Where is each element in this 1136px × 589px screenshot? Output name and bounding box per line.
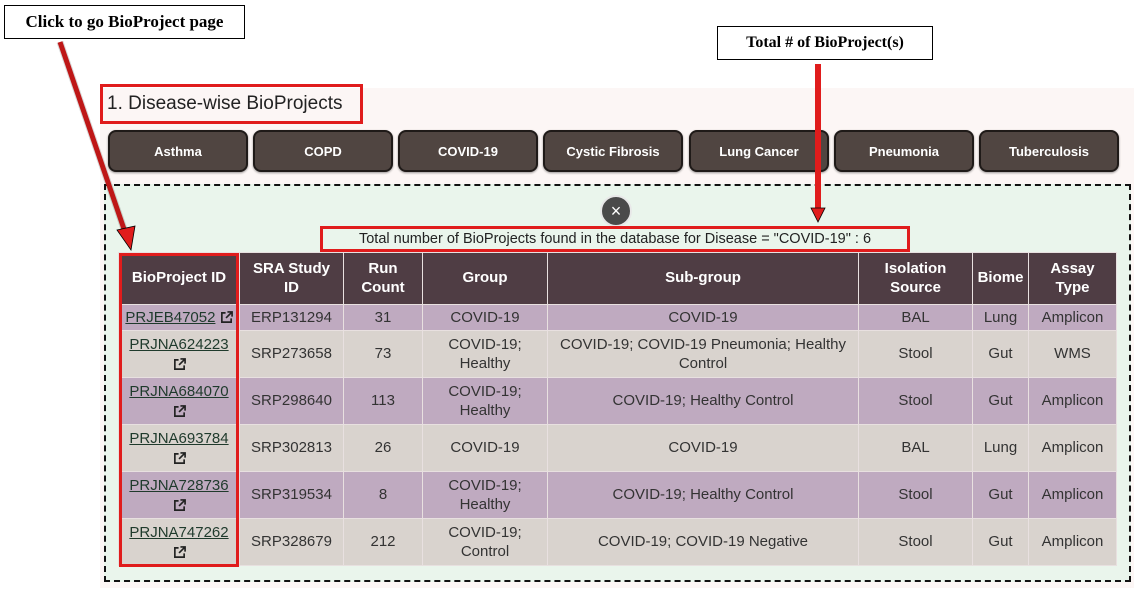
bioproject-id-cell: PRJNA747262 xyxy=(118,518,240,566)
sub-group-cell: COVID-19; COVID-19 Negative xyxy=(547,518,859,566)
biome-cell: Gut xyxy=(972,377,1029,425)
isolation-source-cell: Stool xyxy=(858,377,973,425)
bioproject-id-cell: PRJNA684070 xyxy=(118,377,240,425)
table-row: PRJNA684070 SRP298640 113 COVID-19; Heal… xyxy=(118,377,1117,425)
group-text: COVID-19; Healthy xyxy=(448,476,522,514)
sub-group-cell: COVID-19; COVID-19 Pneumonia; Healthy Co… xyxy=(547,330,859,378)
run-count-cell: 212 xyxy=(343,518,423,566)
column-header-run-count[interactable]: Run Count xyxy=(343,252,423,305)
assay-type-cell: Amplicon xyxy=(1028,424,1117,472)
bioproject-table: BioProject ID SRA Study ID Run Count Gro… xyxy=(118,252,1117,566)
sra-study-id-cell: SRP319534 xyxy=(239,471,344,519)
biome-cell: Lung xyxy=(972,424,1029,472)
sra-study-id-cell: SRP328679 xyxy=(239,518,344,566)
run-count-cell: 8 xyxy=(343,471,423,519)
run-count-cell: 26 xyxy=(343,424,423,472)
column-header-sra-study-id[interactable]: SRA Study ID xyxy=(239,252,344,305)
bioproject-id-cell: PRJNA693784 xyxy=(118,424,240,472)
external-link-icon[interactable] xyxy=(173,451,186,465)
table-row: PRJNA747262 SRP328679 212 COVID-19; Cont… xyxy=(118,518,1117,566)
isolation-source-cell: BAL xyxy=(858,304,973,331)
assay-type-cell: Amplicon xyxy=(1028,377,1117,425)
total-count-text: Total number of BioProjects found in the… xyxy=(320,226,910,252)
table-header-row: BioProject ID SRA Study ID Run Count Gro… xyxy=(118,252,1117,305)
bioproject-link[interactable]: PRJNA747262 xyxy=(129,524,228,541)
disease-button-cystic-fibrosis[interactable]: Cystic Fibrosis xyxy=(543,130,683,172)
sub-group-cell: COVID-19; Healthy Control xyxy=(547,377,859,425)
run-count-cell: 31 xyxy=(343,304,423,331)
column-header-bioproject-id[interactable]: BioProject ID xyxy=(118,252,240,305)
group-text: COVID-19; Control xyxy=(448,523,522,561)
external-link-icon[interactable] xyxy=(173,357,186,371)
biome-cell: Lung xyxy=(972,304,1029,331)
bioproject-id-cell: PRJNA624223 xyxy=(118,330,240,378)
table-row: PRJNA624223 SRP273658 73 COVID-19; Healt… xyxy=(118,330,1117,378)
close-icon: × xyxy=(610,200,622,221)
group-cell: COVID-19; Healthy xyxy=(422,330,548,378)
column-header-sub-group[interactable]: Sub-group xyxy=(547,252,859,305)
sub-group-cell: COVID-19 xyxy=(547,424,859,472)
column-header-assay-label: Assay Type xyxy=(1050,259,1095,296)
disease-button-tuberculosis[interactable]: Tuberculosis xyxy=(979,130,1119,172)
column-header-isolation-label: Isolation Source xyxy=(884,259,947,296)
disease-button-pneumonia[interactable]: Pneumonia xyxy=(834,130,974,172)
column-header-group[interactable]: Group xyxy=(422,252,548,305)
isolation-source-cell: Stool xyxy=(858,330,973,378)
sra-study-id-cell: SRP302813 xyxy=(239,424,344,472)
bioproject-link[interactable]: PRJNA684070 xyxy=(129,383,228,400)
bioproject-id-cell: PRJEB47052 xyxy=(118,304,240,331)
table-row: PRJEB47052 ERP131294 31 COVID-19 COVID-1… xyxy=(118,304,1117,331)
biome-cell: Gut xyxy=(972,518,1029,566)
bioproject-link[interactable]: PRJNA728736 xyxy=(129,477,228,494)
external-link-icon[interactable] xyxy=(173,498,186,512)
disease-button-covid-19[interactable]: COVID-19 xyxy=(398,130,538,172)
isolation-source-cell: Stool xyxy=(858,518,973,566)
annotation-total-bioprojects: Total # of BioProject(s) xyxy=(717,26,933,60)
group-cell: COVID-19; Control xyxy=(422,518,548,566)
assay-type-cell: Amplicon xyxy=(1028,304,1117,331)
sub-group-cell: COVID-19 xyxy=(547,304,859,331)
group-cell: COVID-19 xyxy=(422,304,548,331)
bioproject-id-cell: PRJNA728736 xyxy=(118,471,240,519)
bioproject-link[interactable]: PRJNA693784 xyxy=(129,430,228,447)
table-row: PRJNA728736 SRP319534 8 COVID-19; Health… xyxy=(118,471,1117,519)
column-header-run-label: Run Count xyxy=(361,259,405,296)
annotation-click-bioproject: Click to go BioProject page xyxy=(4,5,245,39)
isolation-source-cell: Stool xyxy=(858,471,973,519)
sra-study-id-cell: SRP298640 xyxy=(239,377,344,425)
external-link-icon[interactable] xyxy=(173,404,186,418)
column-header-isolation-source[interactable]: Isolation Source xyxy=(858,252,973,305)
column-header-biome[interactable]: Biome xyxy=(972,252,1029,305)
assay-type-cell: WMS xyxy=(1028,330,1117,378)
group-cell: COVID-19; Healthy xyxy=(422,377,548,425)
bioproject-link[interactable]: PRJEB47052 xyxy=(125,309,215,326)
group-cell: COVID-19; Healthy xyxy=(422,471,548,519)
sub-group-cell: COVID-19; Healthy Control xyxy=(547,471,859,519)
group-text: COVID-19; Healthy xyxy=(448,382,522,420)
assay-type-cell: Amplicon xyxy=(1028,471,1117,519)
column-header-assay-type[interactable]: Assay Type xyxy=(1028,252,1117,305)
bioproject-link[interactable]: PRJNA624223 xyxy=(129,336,228,353)
sra-study-id-cell: ERP131294 xyxy=(239,304,344,331)
biome-cell: Gut xyxy=(972,471,1029,519)
close-button[interactable]: × xyxy=(600,195,632,227)
section-title: 1. Disease-wise BioProjects xyxy=(100,84,363,124)
external-link-icon[interactable] xyxy=(220,311,233,324)
group-cell: COVID-19 xyxy=(422,424,548,472)
isolation-source-cell: BAL xyxy=(858,424,973,472)
sra-study-id-cell: SRP273658 xyxy=(239,330,344,378)
disease-button-copd[interactable]: COPD xyxy=(253,130,393,172)
column-header-sra-label: SRA Study ID xyxy=(253,259,330,296)
assay-type-cell: Amplicon xyxy=(1028,518,1117,566)
group-text: COVID-19; Healthy xyxy=(448,335,522,373)
disease-button-lung-cancer[interactable]: Lung Cancer xyxy=(689,130,829,172)
external-link-icon[interactable] xyxy=(173,545,186,559)
biome-cell: Gut xyxy=(972,330,1029,378)
run-count-cell: 113 xyxy=(343,377,423,425)
run-count-cell: 73 xyxy=(343,330,423,378)
disease-button-asthma[interactable]: Asthma xyxy=(108,130,248,172)
table-row: PRJNA693784 SRP302813 26 COVID-19 COVID-… xyxy=(118,424,1117,472)
